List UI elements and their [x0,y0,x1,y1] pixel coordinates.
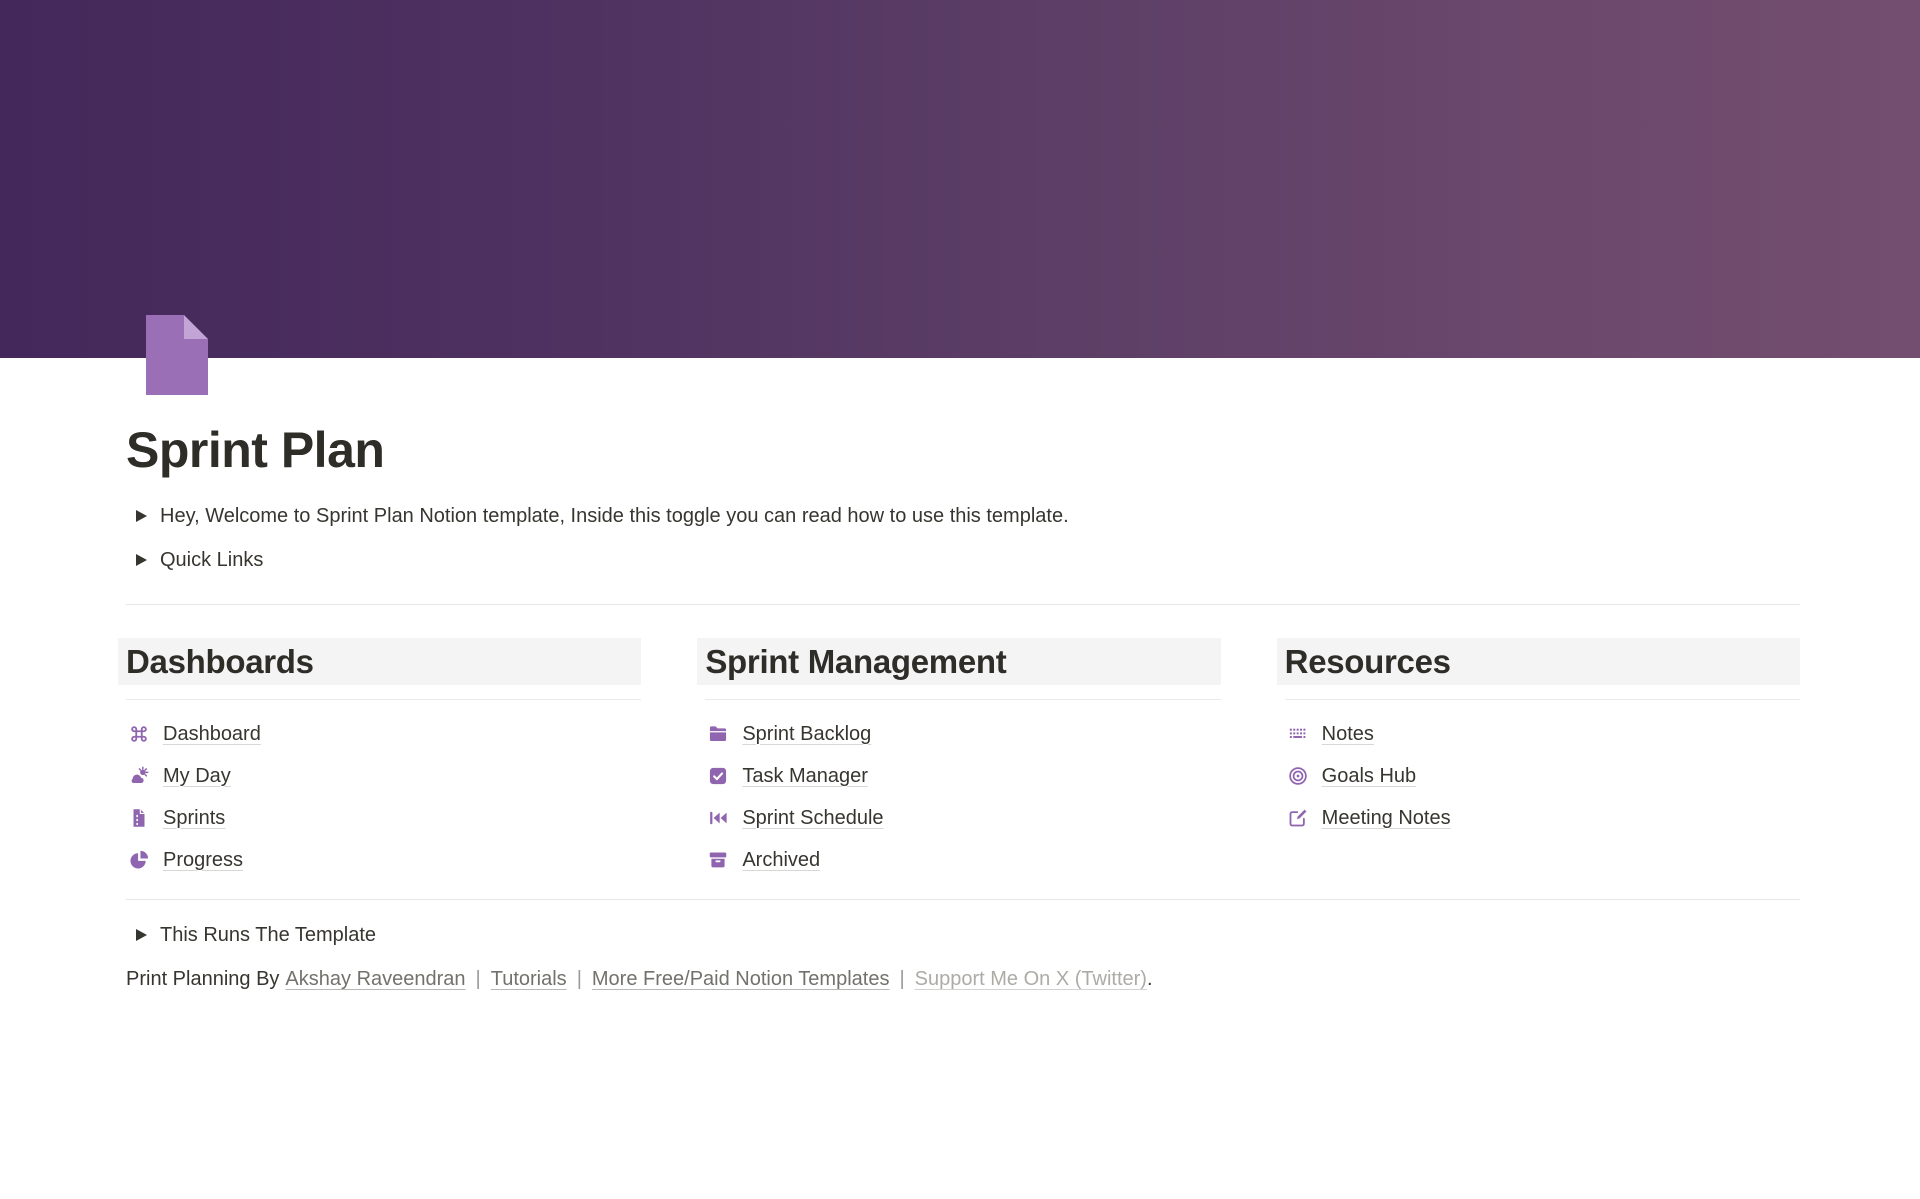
toggle-quick-links-label: Quick Links [160,546,263,574]
toggle-welcome-label: Hey, Welcome to Sprint Plan Notion templ… [160,502,1069,530]
rewind-icon[interactable] [707,807,729,829]
link-tutorials[interactable]: Tutorials [491,968,567,990]
command-icon[interactable] [128,723,150,745]
checkbox-icon[interactable] [707,765,729,787]
link-label[interactable]: Archived [742,849,820,872]
toggle-runs-template[interactable]: This Runs The Template [126,913,1800,957]
credits-prefix: Print Planning By [126,968,279,990]
divider [126,604,1800,605]
divider [126,899,1800,900]
toggle-caret-icon[interactable] [126,554,156,566]
link-label[interactable]: Goals Hub [1322,765,1417,788]
link-my-day[interactable]: My Day [128,755,641,797]
link-label[interactable]: Sprint Schedule [742,807,883,830]
toggle-welcome[interactable]: Hey, Welcome to Sprint Plan Notion templ… [126,494,1800,538]
link-label[interactable]: Sprints [163,807,225,830]
separator: | [476,968,481,990]
section-header-sprint-management: Sprint Management [697,638,1220,685]
page-body: Sprint Plan Hey, Welcome to Sprint Plan … [0,358,1920,993]
edit-icon[interactable] [1287,807,1309,829]
column-resources: Resources Notes [1285,638,1800,881]
link-goals-hub[interactable]: Goals Hub [1287,755,1800,797]
link-sprints[interactable]: Sprints [128,797,641,839]
page-title[interactable]: Sprint Plan [126,358,1800,480]
credits-suffix: . [1147,968,1153,990]
column-dashboards: Dashboards Dashboard [126,638,641,881]
pie-chart-icon[interactable] [128,849,150,871]
section-header-resources: Resources [1277,638,1800,685]
separator: | [577,968,582,990]
column-sprint-management: Sprint Management Sprint Backlog Task Ma… [705,638,1220,881]
toggle-runs-template-label: This Runs The Template [160,921,376,949]
link-label[interactable]: Task Manager [742,765,868,788]
keyboard-icon[interactable] [1287,723,1309,745]
link-sprint-backlog[interactable]: Sprint Backlog [707,713,1220,755]
link-support-twitter[interactable]: Support Me On X (Twitter) [915,968,1147,990]
divider [126,699,641,700]
columns-layout: Dashboards Dashboard [126,638,1800,881]
link-sprint-schedule[interactable]: Sprint Schedule [707,797,1220,839]
toggle-caret-icon[interactable] [126,929,156,941]
link-more-templates[interactable]: More Free/Paid Notion Templates [592,968,890,990]
link-notes[interactable]: Notes [1287,713,1800,755]
toggle-quick-links[interactable]: Quick Links [126,538,1800,582]
link-label[interactable]: Notes [1322,723,1374,746]
link-label[interactable]: Dashboard [163,723,261,746]
link-akshay-raveendran[interactable]: Akshay Raveendran [285,968,465,990]
divider [1285,699,1800,700]
link-archived[interactable]: Archived [707,839,1220,881]
separator: | [899,968,904,990]
section-header-dashboards: Dashboards [118,638,641,685]
toggle-caret-icon[interactable] [126,510,156,522]
link-progress[interactable]: Progress [128,839,641,881]
target-icon[interactable] [1287,765,1309,787]
page-document-icon[interactable] [146,315,208,395]
link-label[interactable]: Meeting Notes [1322,807,1451,830]
link-label[interactable]: My Day [163,765,231,788]
document-lines-icon[interactable] [128,807,150,829]
sun-cloud-icon[interactable] [128,765,150,787]
link-meeting-notes[interactable]: Meeting Notes [1287,797,1800,839]
link-dashboard[interactable]: Dashboard [128,713,641,755]
link-task-manager[interactable]: Task Manager [707,755,1220,797]
folder-icon[interactable] [707,723,729,745]
link-label[interactable]: Sprint Backlog [742,723,871,746]
link-label[interactable]: Progress [163,849,243,872]
archive-icon[interactable] [707,849,729,871]
page-cover [0,0,1920,358]
divider [705,699,1220,700]
credits-line: Print Planning By Akshay Raveendran | Tutor… [126,965,1800,993]
